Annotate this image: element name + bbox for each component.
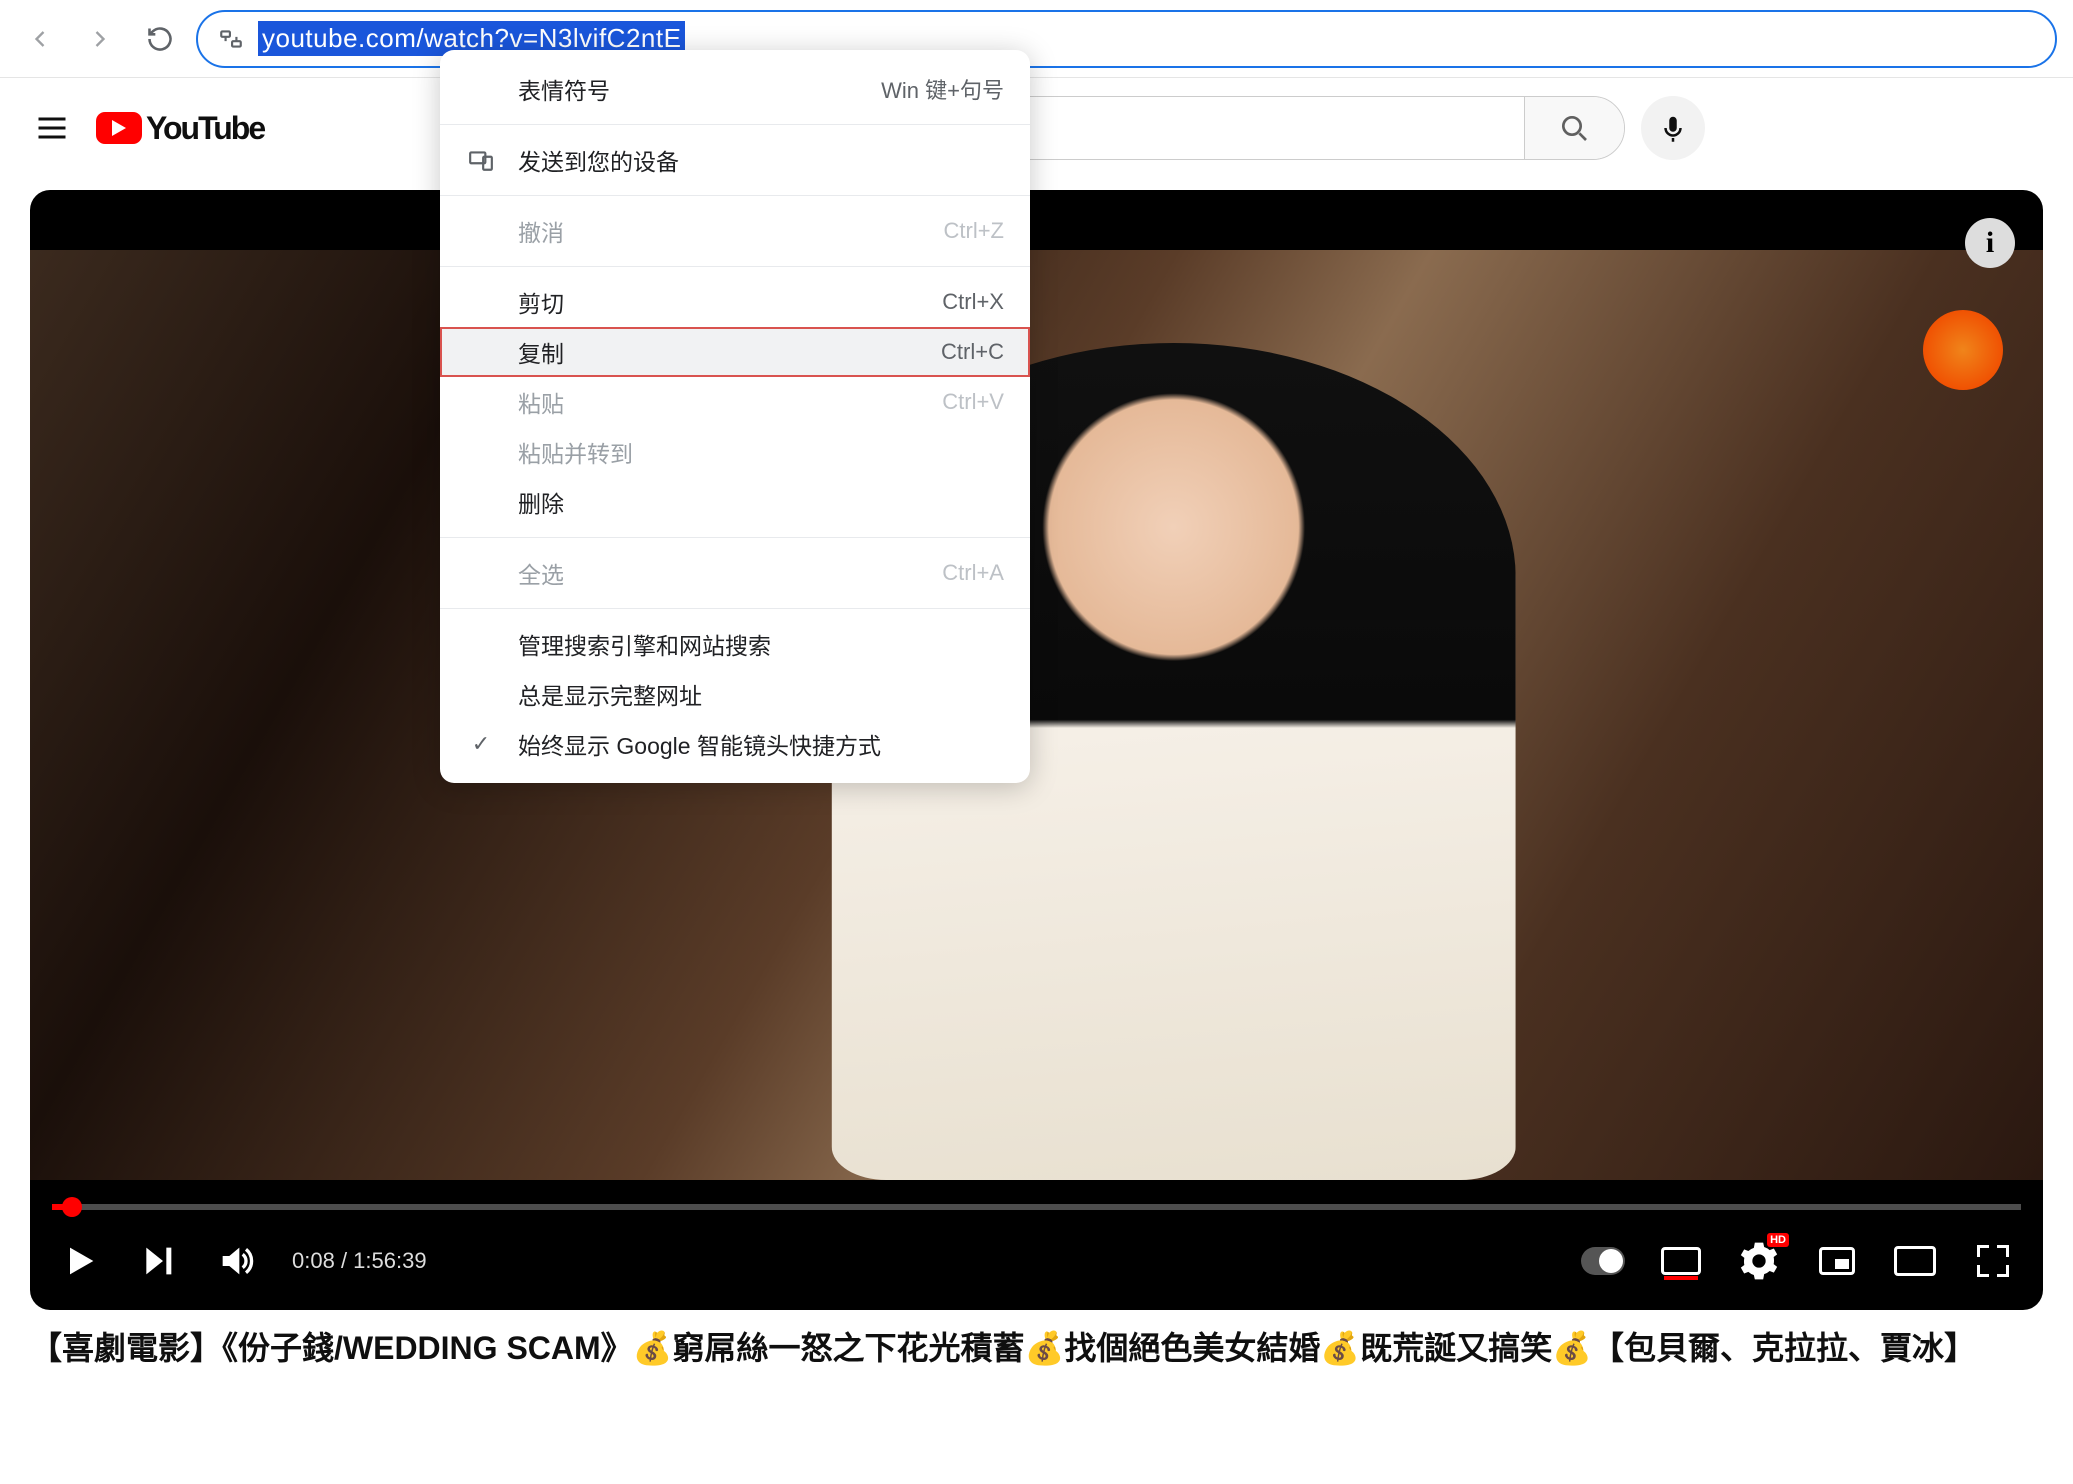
browser-toolbar: youtube.com/watch?v=N3lvifC2ntE bbox=[0, 0, 2073, 78]
settings-button[interactable]: HD bbox=[1737, 1239, 1781, 1283]
ctx-delete[interactable]: 删除 bbox=[440, 477, 1030, 527]
volume-button[interactable] bbox=[214, 1239, 258, 1283]
ctx-select-all[interactable]: 全选 Ctrl+A bbox=[440, 548, 1030, 598]
next-button[interactable] bbox=[136, 1239, 180, 1283]
context-menu: 表情符号 Win 键+句号 发送到您的设备 撤消 Ctrl+Z 剪切 Ctrl+… bbox=[440, 50, 1030, 783]
check-icon bbox=[466, 729, 496, 759]
progress-fill bbox=[52, 1204, 72, 1210]
ctx-separator bbox=[440, 266, 1030, 267]
ctx-shortcut: Ctrl+C bbox=[941, 339, 1004, 365]
ctx-label: 粘贴并转到 bbox=[518, 435, 1004, 469]
autoplay-toggle[interactable] bbox=[1581, 1239, 1625, 1283]
back-button[interactable] bbox=[16, 15, 64, 63]
channel-watermark[interactable] bbox=[1923, 310, 2003, 390]
ctx-undo[interactable]: 撤消 Ctrl+Z bbox=[440, 206, 1030, 256]
youtube-wordmark: YouTube bbox=[146, 110, 264, 147]
reload-button[interactable] bbox=[136, 15, 184, 63]
ctx-label: 撤消 bbox=[518, 214, 922, 248]
ctx-separator bbox=[440, 608, 1030, 609]
search-button[interactable] bbox=[1524, 97, 1624, 159]
time-display: 0:08 / 1:56:39 bbox=[292, 1248, 427, 1274]
video-frame bbox=[30, 250, 2043, 1180]
player-controls: 0:08 / 1:56:39 HD bbox=[30, 1212, 2043, 1310]
ctx-label: 剪切 bbox=[518, 285, 920, 319]
ctx-shortcut: Win 键+句号 bbox=[881, 73, 1004, 105]
ctx-label: 管理搜索引擎和网站搜索 bbox=[518, 627, 1004, 661]
youtube-logo[interactable]: YouTube bbox=[96, 110, 264, 147]
subtitles-button[interactable] bbox=[1659, 1239, 1703, 1283]
info-card-icon[interactable]: i bbox=[1965, 218, 2015, 268]
youtube-play-icon bbox=[96, 112, 142, 144]
fullscreen-button[interactable] bbox=[1971, 1239, 2015, 1283]
ctx-shortcut: Ctrl+A bbox=[942, 560, 1004, 586]
youtube-header: YouTube bbox=[0, 78, 2073, 178]
time-current: 0:08 bbox=[292, 1248, 335, 1273]
video-title: 【喜劇電影】《份子錢/WEDDING SCAM》💰窮屌絲一怒之下花光積蓄💰找個絕… bbox=[0, 1310, 2073, 1387]
ctx-label: 始终显示 Google 智能镜头快捷方式 bbox=[518, 727, 1004, 761]
ctx-paste[interactable]: 粘贴 Ctrl+V bbox=[440, 377, 1030, 427]
video-player[interactable]: i 0:08 / 1:56:39 HD bbox=[30, 190, 2043, 1310]
guide-button[interactable] bbox=[30, 106, 74, 150]
ctx-shortcut: Ctrl+V bbox=[942, 389, 1004, 415]
ctx-manage-search-engines[interactable]: 管理搜索引擎和网站搜索 bbox=[440, 619, 1030, 669]
forward-button[interactable] bbox=[76, 15, 124, 63]
ctx-shortcut: Ctrl+Z bbox=[944, 218, 1005, 244]
ctx-separator bbox=[440, 124, 1030, 125]
ctx-always-show-full-url[interactable]: 总是显示完整网址 bbox=[440, 669, 1030, 719]
ctx-always-show-lens[interactable]: 始终显示 Google 智能镜头快捷方式 bbox=[440, 719, 1030, 769]
devices-icon bbox=[466, 145, 496, 175]
ctx-label: 粘贴 bbox=[518, 385, 920, 419]
ctx-label: 表情符号 bbox=[518, 72, 859, 106]
ctx-shortcut: Ctrl+X bbox=[942, 289, 1004, 315]
play-button[interactable] bbox=[58, 1239, 102, 1283]
ctx-emoji[interactable]: 表情符号 Win 键+句号 bbox=[440, 64, 1030, 114]
ctx-paste-and-go[interactable]: 粘贴并转到 bbox=[440, 427, 1030, 477]
time-total: 1:56:39 bbox=[353, 1248, 426, 1273]
ctx-label: 删除 bbox=[518, 485, 1004, 519]
voice-search-button[interactable] bbox=[1641, 96, 1705, 160]
ctx-label: 全选 bbox=[518, 556, 920, 590]
time-sep: / bbox=[335, 1248, 353, 1273]
ctx-separator bbox=[440, 537, 1030, 538]
player-area: i 0:08 / 1:56:39 HD bbox=[0, 178, 2073, 1310]
site-settings-icon[interactable] bbox=[218, 26, 244, 52]
hd-badge: HD bbox=[1767, 1233, 1789, 1247]
miniplayer-button[interactable] bbox=[1815, 1239, 1859, 1283]
ctx-copy[interactable]: 复制 Ctrl+C bbox=[440, 327, 1030, 377]
ctx-cut[interactable]: 剪切 Ctrl+X bbox=[440, 277, 1030, 327]
theater-button[interactable] bbox=[1893, 1239, 1937, 1283]
ctx-label: 总是显示完整网址 bbox=[518, 677, 1004, 711]
ctx-label: 复制 bbox=[518, 335, 919, 369]
ctx-send-to-devices[interactable]: 发送到您的设备 bbox=[440, 135, 1030, 185]
ctx-label: 发送到您的设备 bbox=[518, 143, 1004, 177]
progress-bar[interactable] bbox=[52, 1204, 2021, 1210]
ctx-separator bbox=[440, 195, 1030, 196]
